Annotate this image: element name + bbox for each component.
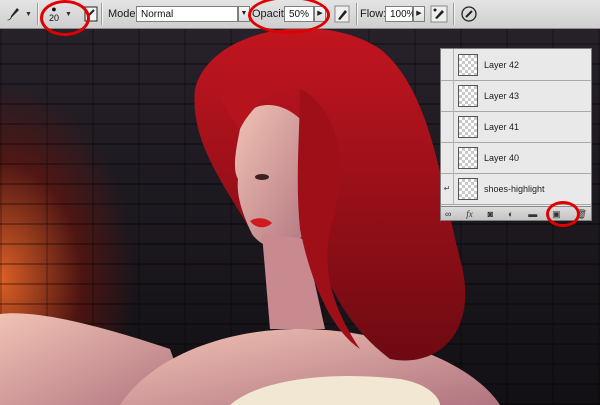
airbrush-toggle-button[interactable] — [334, 4, 350, 24]
tablet-pressure-button[interactable] — [460, 4, 478, 24]
visibility-slot[interactable] — [441, 111, 454, 142]
mode-value: Normal — [136, 6, 238, 22]
layer-row[interactable]: Layer 42 — [441, 49, 591, 81]
mode-label: Mode: — [108, 8, 139, 20]
flow-label: Flow: — [360, 8, 387, 20]
layer-name: Layer 41 — [484, 121, 520, 132]
layer-name: shoes-highlight — [484, 183, 545, 194]
divider — [101, 3, 103, 25]
tool-preset-picker[interactable]: ▼ — [4, 4, 32, 24]
add-mask-icon[interactable]: ◙ — [488, 207, 493, 221]
flow-field[interactable]: 100% ▶ — [385, 4, 425, 24]
divider — [37, 3, 39, 25]
mode-select[interactable]: Normal ▼ — [136, 4, 250, 24]
visibility-slot[interactable] — [441, 49, 454, 80]
layer-name: Layer 40 — [484, 152, 520, 163]
clipping-arrow-icon: ↵ — [443, 184, 451, 193]
annotation-circle-brush-size — [40, 0, 90, 36]
adjustment-layer-icon[interactable]: ◐ — [508, 207, 513, 221]
divider — [356, 3, 358, 25]
chevron-right-icon[interactable]: ▶ — [413, 6, 425, 22]
layer-style-fx-icon[interactable]: fx — [466, 207, 473, 221]
airbrush-icon — [334, 5, 350, 23]
airbrush-icon — [430, 5, 448, 23]
airbrush-mode-button[interactable] — [430, 4, 448, 24]
flow-value: 100% — [385, 6, 416, 22]
layer-thumbnail — [458, 84, 478, 107]
layer-row[interactable]: Layer 41 — [441, 111, 591, 143]
layer-row[interactable]: Layer 40 — [441, 142, 591, 174]
brush-icon — [7, 8, 19, 21]
layer-row[interactable]: Layer 43 — [441, 80, 591, 112]
layer-thumbnail — [458, 115, 478, 138]
layers-panel: Layer 42 Layer 43 Layer 41 Layer 40 ↵ sh… — [440, 48, 592, 221]
divider — [453, 3, 455, 25]
layer-name: Layer 42 — [484, 59, 520, 70]
annotation-circle-new-layer — [546, 201, 580, 227]
layer-thumbnail — [458, 53, 478, 76]
visibility-slot[interactable]: ↵ — [441, 173, 454, 204]
layer-thumbnail — [458, 146, 478, 169]
link-layers-icon[interactable]: ∞ — [445, 207, 451, 221]
layer-thumbnail — [458, 177, 478, 200]
chevron-down-icon: ▼ — [25, 10, 32, 18]
new-group-icon[interactable]: ▬ — [528, 207, 537, 221]
layer-name: Layer 43 — [484, 90, 520, 101]
visibility-slot[interactable] — [441, 80, 454, 111]
visibility-slot[interactable] — [441, 142, 454, 173]
layer-row[interactable]: ↵ shoes-highlight — [441, 173, 591, 205]
pressure-pen-icon — [461, 6, 477, 22]
